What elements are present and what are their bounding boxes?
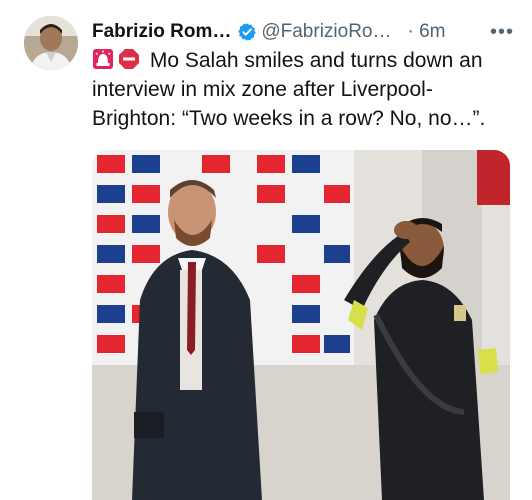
tweet-line-3: Brighton: “Two weeks in a row? No, no…”. <box>92 107 486 130</box>
profile-photo <box>24 16 78 70</box>
tweet-header: Fabrizio Rom… @FabrizioRo… · 6m ••• <box>92 16 514 48</box>
police-siren-light-icon <box>93 49 113 69</box>
verified-badge-icon <box>238 23 257 41</box>
tweet-line-1: Mo Salah smiles and turns down an <box>92 49 483 72</box>
tweet-text: Mo Salah smiles and turns down an interv… <box>92 46 512 133</box>
photo-media <box>92 150 510 500</box>
tweet-line-2: interview in mix zone after Liverpool- <box>92 78 433 101</box>
tweet-photo[interactable] <box>92 150 510 500</box>
tweet-line-1-text: Mo Salah smiles and turns down an <box>144 49 483 72</box>
author-name[interactable]: Fabrizio Rom… <box>92 21 231 43</box>
avatar[interactable] <box>24 16 78 70</box>
author-handle[interactable]: @FabrizioRo… <box>261 21 391 43</box>
more-options-button[interactable]: ••• <box>490 16 514 48</box>
timestamp[interactable]: · 6m <box>408 21 446 43</box>
stop-sign-icon <box>119 49 139 69</box>
